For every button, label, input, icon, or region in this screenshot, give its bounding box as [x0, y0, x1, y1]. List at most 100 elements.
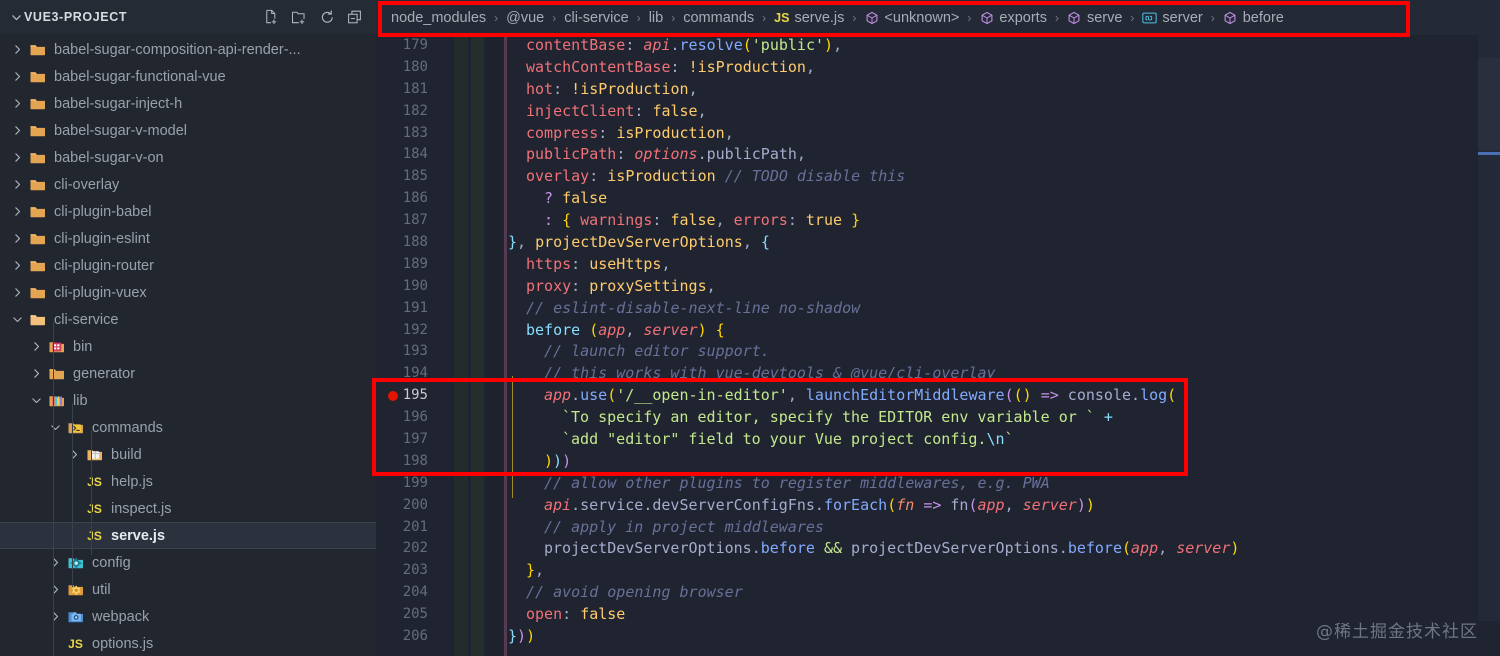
chevron-right-icon[interactable]	[10, 178, 24, 192]
tree-item-webpack[interactable]: webpack	[0, 603, 376, 630]
tree-item-generator[interactable]: generator	[0, 360, 376, 387]
chevron-right-icon[interactable]	[67, 448, 81, 462]
line-content[interactable]: api.service.devServerConfigFns.forEach(f…	[436, 495, 1095, 517]
code-line-196[interactable]: 196 `To specify an editor, specify the ED…	[376, 407, 1500, 429]
code-line-181[interactable]: 181 hot: !isProduction,	[376, 79, 1500, 101]
line-content[interactable]: `add "editor" field to your Vue project …	[436, 429, 1014, 451]
chevron-right-icon[interactable]	[10, 124, 24, 138]
chevron-right-icon[interactable]	[10, 232, 24, 246]
tree-item-babel-sugar-functional-vue[interactable]: babel-sugar-functional-vue	[0, 63, 376, 90]
line-content[interactable]: open: false	[436, 604, 625, 626]
tree-item-babel-sugar-inject-h[interactable]: babel-sugar-inject-h	[0, 90, 376, 117]
line-content[interactable]: proxy: proxySettings,	[436, 276, 716, 298]
chevron-right-icon[interactable]	[10, 205, 24, 219]
line-content[interactable]: // allow other plugins to register middl…	[436, 473, 1050, 495]
chevron-down-icon[interactable]	[48, 421, 62, 435]
chevron-down-icon[interactable]	[29, 394, 43, 408]
tree-item-options-js[interactable]: JS options.js	[0, 630, 376, 656]
tree-item-cli-plugin-router[interactable]: cli-plugin-router	[0, 252, 376, 279]
code-line-185[interactable]: 185 overlay: isProduction // TODO disable…	[376, 166, 1500, 188]
code-line-184[interactable]: 184 publicPath: options.publicPath,	[376, 144, 1500, 166]
tree-item-commands[interactable]: commands	[0, 414, 376, 441]
breadcrumb-item-exports[interactable]: exports	[978, 10, 1048, 26]
tree-item-cli-overlay[interactable]: cli-overlay	[0, 171, 376, 198]
breadcrumb-item-lib[interactable]: lib	[648, 10, 665, 26]
code-line-200[interactable]: 200 api.service.devServerConfigFns.forEac…	[376, 495, 1500, 517]
code-area[interactable]: 179 contentBase: api.resolve('public'), 18…	[376, 35, 1500, 656]
breadcrumb-item-vue[interactable]: @vue	[505, 10, 545, 26]
line-content[interactable]: `To specify an editor, specify the EDITO…	[436, 407, 1113, 429]
line-content[interactable]: // eslint-disable-next-line no-shadow	[436, 298, 860, 320]
tree-item-help-js[interactable]: JS help.js	[0, 468, 376, 495]
breadcrumb-item-commands[interactable]: commands	[682, 10, 755, 26]
chevron-right-icon[interactable]	[10, 286, 24, 300]
code-lines[interactable]: 179 contentBase: api.resolve('public'), 18…	[376, 35, 1500, 648]
breadcrumb-item-before[interactable]: before	[1222, 10, 1285, 26]
line-content[interactable]: hot: !isProduction,	[436, 79, 698, 101]
code-line-203[interactable]: 203},	[376, 560, 1500, 582]
chevron-right-icon[interactable]	[10, 151, 24, 165]
tree-item-lib[interactable]: lib	[0, 387, 376, 414]
tree-item-bin[interactable]: bin	[0, 333, 376, 360]
chevron-right-icon[interactable]	[48, 610, 62, 624]
tree-item-cli-plugin-babel[interactable]: cli-plugin-babel	[0, 198, 376, 225]
line-content[interactable]: // apply in project middlewares	[436, 517, 824, 539]
code-line-180[interactable]: 180 watchContentBase: !isProduction,	[376, 57, 1500, 79]
breadcrumb-item-node-modules[interactable]: node_modules	[390, 10, 487, 26]
code-line-198[interactable]: 198)))	[376, 451, 1500, 473]
breadcrumb-item-unknown[interactable]: <unknown>	[863, 10, 960, 26]
chevron-right-icon[interactable]	[29, 367, 43, 381]
code-line-202[interactable]: 202 projectDevServerOptions.before && pro…	[376, 538, 1500, 560]
tree-item-config[interactable]: config	[0, 549, 376, 576]
code-line-182[interactable]: 182 injectClient: false,	[376, 101, 1500, 123]
line-content[interactable]: },	[436, 560, 544, 582]
breadcrumb-item-serve-js[interactable]: JS serve.js	[773, 10, 845, 26]
code-line-189[interactable]: 189 https: useHttps,	[376, 254, 1500, 276]
tree-item-build[interactable]: build	[0, 441, 376, 468]
chevron-down-icon[interactable]	[8, 12, 24, 23]
chevron-right-icon[interactable]	[10, 259, 24, 273]
tree-item-serve-js[interactable]: JS serve.js	[0, 522, 376, 549]
tree-item-inspect-js[interactable]: JS inspect.js	[0, 495, 376, 522]
new-file-icon[interactable]	[263, 9, 280, 26]
breadcrumb[interactable]: node_modules › @vue › cli-service › lib › comman…	[376, 0, 1500, 35]
code-line-193[interactable]: 193 // launch editor support.	[376, 341, 1500, 363]
chevron-right-icon[interactable]	[48, 583, 62, 597]
code-line-191[interactable]: 191 // eslint-disable-next-line no-shadow	[376, 298, 1500, 320]
code-line-201[interactable]: 201 // apply in project middlewares	[376, 517, 1500, 539]
chevron-right-icon[interactable]	[10, 43, 24, 57]
chevron-right-icon[interactable]	[10, 70, 24, 84]
code-line-187[interactable]: 187: { warnings: false, errors: true }	[376, 210, 1500, 232]
minimap-viewport[interactable]	[1478, 58, 1500, 150]
refresh-icon[interactable]	[319, 9, 336, 26]
line-content[interactable]: injectClient: false,	[436, 101, 707, 123]
line-content[interactable]: compress: isProduction,	[436, 123, 734, 145]
code-line-194[interactable]: 194 // this works with vue-devtools & @vu…	[376, 363, 1500, 385]
line-content[interactable]: overlay: isProduction // TODO disable th…	[436, 166, 905, 188]
tree-item-babel-sugar-composition-api-render[interactable]: babel-sugar-composition-api-render-...	[0, 36, 376, 63]
code-line-204[interactable]: 204 // avoid opening browser	[376, 582, 1500, 604]
line-content[interactable]: // avoid opening browser	[436, 582, 743, 604]
line-content[interactable]: projectDevServerOptions.before && projec…	[436, 538, 1239, 560]
chevron-down-icon[interactable]	[10, 313, 24, 327]
chevron-right-icon[interactable]	[29, 340, 43, 354]
code-line-186[interactable]: 186? false	[376, 188, 1500, 210]
code-line-179[interactable]: 179 contentBase: api.resolve('public'),	[376, 35, 1500, 57]
new-folder-icon[interactable]	[291, 9, 308, 26]
line-content[interactable]: watchContentBase: !isProduction,	[436, 57, 815, 79]
line-content[interactable]: }))	[436, 626, 535, 648]
breadcrumb-item-cli-service[interactable]: cli-service	[563, 10, 629, 26]
code-line-199[interactable]: 199 // allow other plugins to register mi…	[376, 473, 1500, 495]
tree-item-cli-service[interactable]: cli-service	[0, 306, 376, 333]
editor-minimap-strip[interactable]	[1478, 0, 1500, 621]
code-line-190[interactable]: 190 proxy: proxySettings,	[376, 276, 1500, 298]
line-content[interactable]: contentBase: api.resolve('public'),	[436, 35, 842, 57]
line-content[interactable]: ? false	[436, 188, 607, 210]
line-content[interactable]: )))	[436, 451, 571, 473]
chevron-right-icon[interactable]	[10, 97, 24, 111]
tree-item-babel-sugar-v-on[interactable]: babel-sugar-v-on	[0, 144, 376, 171]
code-line-192[interactable]: 192 before (app, server) {	[376, 320, 1500, 342]
tree-item-cli-plugin-vuex[interactable]: cli-plugin-vuex	[0, 279, 376, 306]
collapse-all-icon[interactable]	[347, 9, 364, 26]
breadcrumb-item-serve[interactable]: serve	[1066, 10, 1123, 26]
